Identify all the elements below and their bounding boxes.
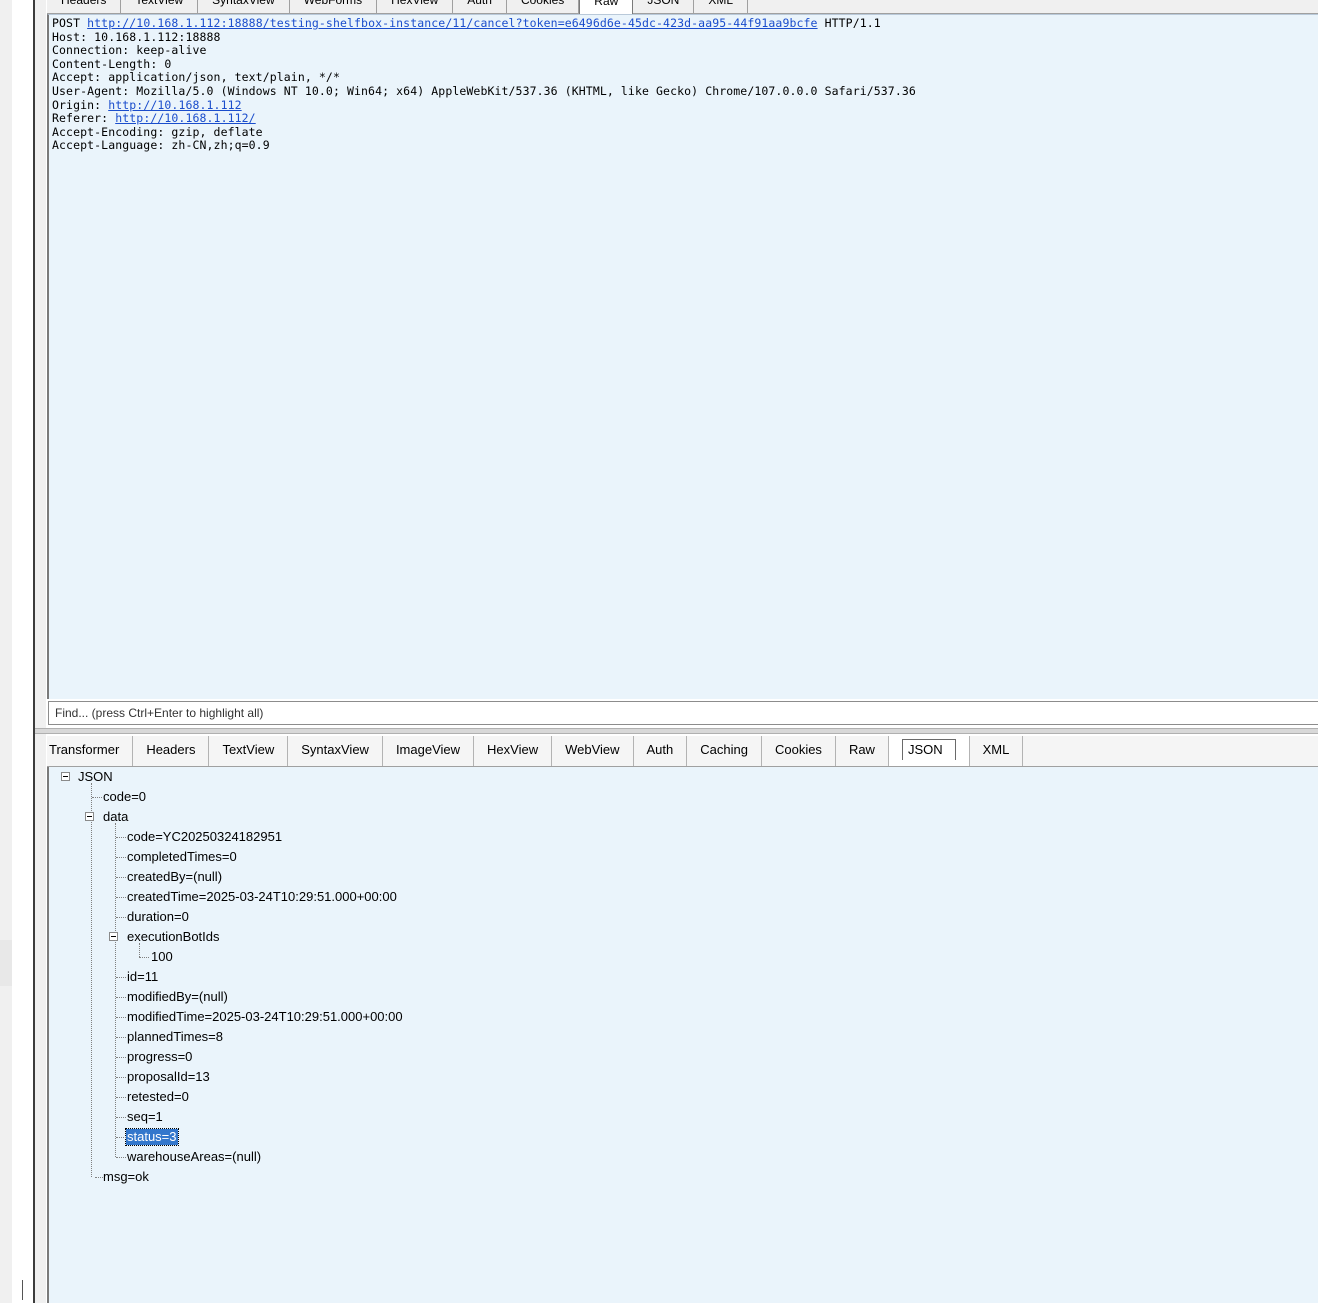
response-inspector-tabs: Transformer Headers TextView SyntaxView Imag…: [47, 736, 1318, 767]
response-tab-transformer[interactable]: Transformer: [47, 736, 134, 766]
request-tab-syntaxview[interactable]: SyntaxView: [198, 0, 290, 13]
request-tab-json[interactable]: JSON: [633, 0, 695, 13]
tree-node-warehouseareas[interactable]: warehouseAreas=(null): [126, 1149, 262, 1165]
raw-line-text: Accept-Language: zh-CN,zh;q=0.9: [52, 138, 270, 153]
raw-line-link[interactable]: http://10.168.1.112: [108, 98, 241, 112]
tree-connector: [139, 943, 140, 957]
tree-connector: [116, 977, 126, 978]
tree-connector: [116, 1097, 126, 1098]
raw-line-text: Origin:: [52, 97, 109, 112]
request-tab-xml[interactable]: XML: [694, 0, 749, 13]
tree-node-modifiedby[interactable]: modifiedBy=(null): [126, 989, 229, 1005]
tree-node-id[interactable]: id=11: [126, 969, 159, 985]
response-tab-imageview[interactable]: ImageView: [383, 736, 475, 766]
tree-connector: [116, 917, 126, 918]
gutter-tick: [22, 1280, 23, 1300]
tree-node-progress[interactable]: progress=0: [126, 1049, 193, 1065]
tree-node-createdby[interactable]: createdBy=(null): [126, 869, 223, 885]
tree-connector: [116, 897, 126, 898]
tree-node-code[interactable]: code=YC20250324182951: [126, 829, 283, 845]
response-tab-label: JSON: [901, 739, 956, 760]
response-tab-cookies[interactable]: Cookies: [762, 736, 836, 766]
response-tab-hexview[interactable]: HexView: [474, 736, 553, 766]
raw-line-link[interactable]: http://10.168.1.112:18888/testing-shelfb…: [87, 16, 817, 30]
tree-node-proposalid[interactable]: proposalId=13: [126, 1069, 211, 1085]
tree-connector: [116, 1077, 126, 1078]
raw-line-text: Content-Length: 0: [52, 56, 172, 71]
collapse-toggle-executionbotids[interactable]: [109, 932, 118, 941]
inspector-side-panel: [35, 0, 46, 1303]
request-inspector-tabs: Headers TextView SyntaxView WebForms HexView…: [47, 0, 1318, 14]
collapse-toggle-json[interactable]: [61, 772, 70, 781]
tree-node-root[interactable]: JSON: [77, 769, 114, 785]
response-tab-caching[interactable]: Caching: [687, 736, 762, 766]
tree-connector: [116, 1057, 126, 1058]
response-tab-headers[interactable]: Headers: [133, 736, 210, 766]
tree-node-modifiedtime[interactable]: modifiedTime=2025-03-24T10:29:51.000+00:…: [126, 1009, 404, 1025]
response-tab-json[interactable]: JSON: [888, 736, 970, 766]
tree-node-executionbotids[interactable]: executionBotIds: [126, 929, 221, 945]
find-input[interactable]: [55, 706, 1255, 720]
tree-connector: [115, 823, 116, 1157]
left-gutter: [0, 0, 12, 1303]
tree-connector: [116, 877, 126, 878]
tree-node-seq[interactable]: seq=1: [126, 1109, 164, 1125]
tree-connector: [92, 797, 102, 798]
tree-connector: [116, 857, 126, 858]
request-tab-headers[interactable]: Headers: [47, 0, 122, 13]
tree-node-code[interactable]: code=0: [102, 789, 147, 805]
raw-line-link[interactable]: http://10.168.1.112/: [115, 111, 255, 125]
response-tab-raw[interactable]: Raw: [836, 736, 889, 766]
request-tab-hexview[interactable]: HexView: [377, 0, 454, 13]
gutter-splitter[interactable]: [0, 940, 12, 986]
horizontal-splitter[interactable]: [35, 728, 1318, 734]
response-tab-textview[interactable]: TextView: [209, 736, 289, 766]
tree-connector: [116, 1137, 126, 1138]
raw-line-text: Accept: application/json, text/plain, */…: [52, 70, 340, 85]
tree-connector: [116, 997, 126, 998]
request-tab-cookies[interactable]: Cookies: [507, 0, 580, 13]
tree-node-plannedtimes[interactable]: plannedTimes=8: [126, 1029, 224, 1045]
tree-connector: [116, 1117, 126, 1118]
find-bar: [48, 701, 1318, 725]
tree-connector: [91, 783, 92, 1177]
json-tree-view[interactable]: JSON code=0 data code=YC20250324182951 co…: [47, 767, 1318, 1303]
collapse-toggle-data[interactable]: [85, 812, 94, 821]
raw-line-text: Host: 10.168.1.112:18888: [52, 29, 221, 44]
response-tab-xml[interactable]: XML: [970, 736, 1024, 766]
tree-connector: [116, 1017, 126, 1018]
raw-line-text: Referer:: [52, 111, 116, 126]
tree-connector: [116, 1157, 126, 1158]
raw-request-view[interactable]: POST http://10.168.1.112:18888/testing-s…: [47, 14, 1318, 699]
tree-node-msg[interactable]: msg=ok: [102, 1169, 150, 1185]
tree-node-duration[interactable]: duration=0: [126, 909, 190, 925]
response-tab-auth[interactable]: Auth: [634, 736, 688, 766]
tree-connector: [139, 957, 149, 958]
tree-node-retested[interactable]: retested=0: [126, 1089, 190, 1105]
response-tab-webview[interactable]: WebView: [552, 736, 634, 766]
request-tab-auth[interactable]: Auth: [453, 0, 507, 13]
raw-line-text: POST: [52, 16, 88, 30]
response-tab-syntaxview[interactable]: SyntaxView: [288, 736, 383, 766]
raw-line-text: Accept-Encoding: gzip, deflate: [52, 124, 263, 139]
raw-line-text: User-Agent: Mozilla/5.0 (Windows NT 10.0…: [52, 83, 916, 98]
raw-line-text: HTTP/1.1: [817, 16, 881, 30]
request-tab-raw[interactable]: Raw: [579, 0, 634, 14]
tree-connector: [116, 837, 126, 838]
tree-node-data[interactable]: data: [102, 809, 129, 825]
tree-node-status[interactable]: status=3: [125, 1128, 179, 1146]
raw-line-text: Connection: keep-alive: [52, 43, 207, 58]
raw-request-text: POST http://10.168.1.112:18888/testing-s…: [52, 16, 916, 153]
tree-connector: [116, 1037, 126, 1038]
request-tab-webforms[interactable]: WebForms: [290, 0, 378, 13]
request-tab-textview[interactable]: TextView: [121, 0, 199, 13]
tree-node-createdtime[interactable]: createdTime=2025-03-24T10:29:51.000+00:0…: [126, 889, 398, 905]
tree-node-completedtimes[interactable]: completedTimes=0: [126, 849, 238, 865]
tree-node-array-item[interactable]: 100: [150, 949, 174, 965]
